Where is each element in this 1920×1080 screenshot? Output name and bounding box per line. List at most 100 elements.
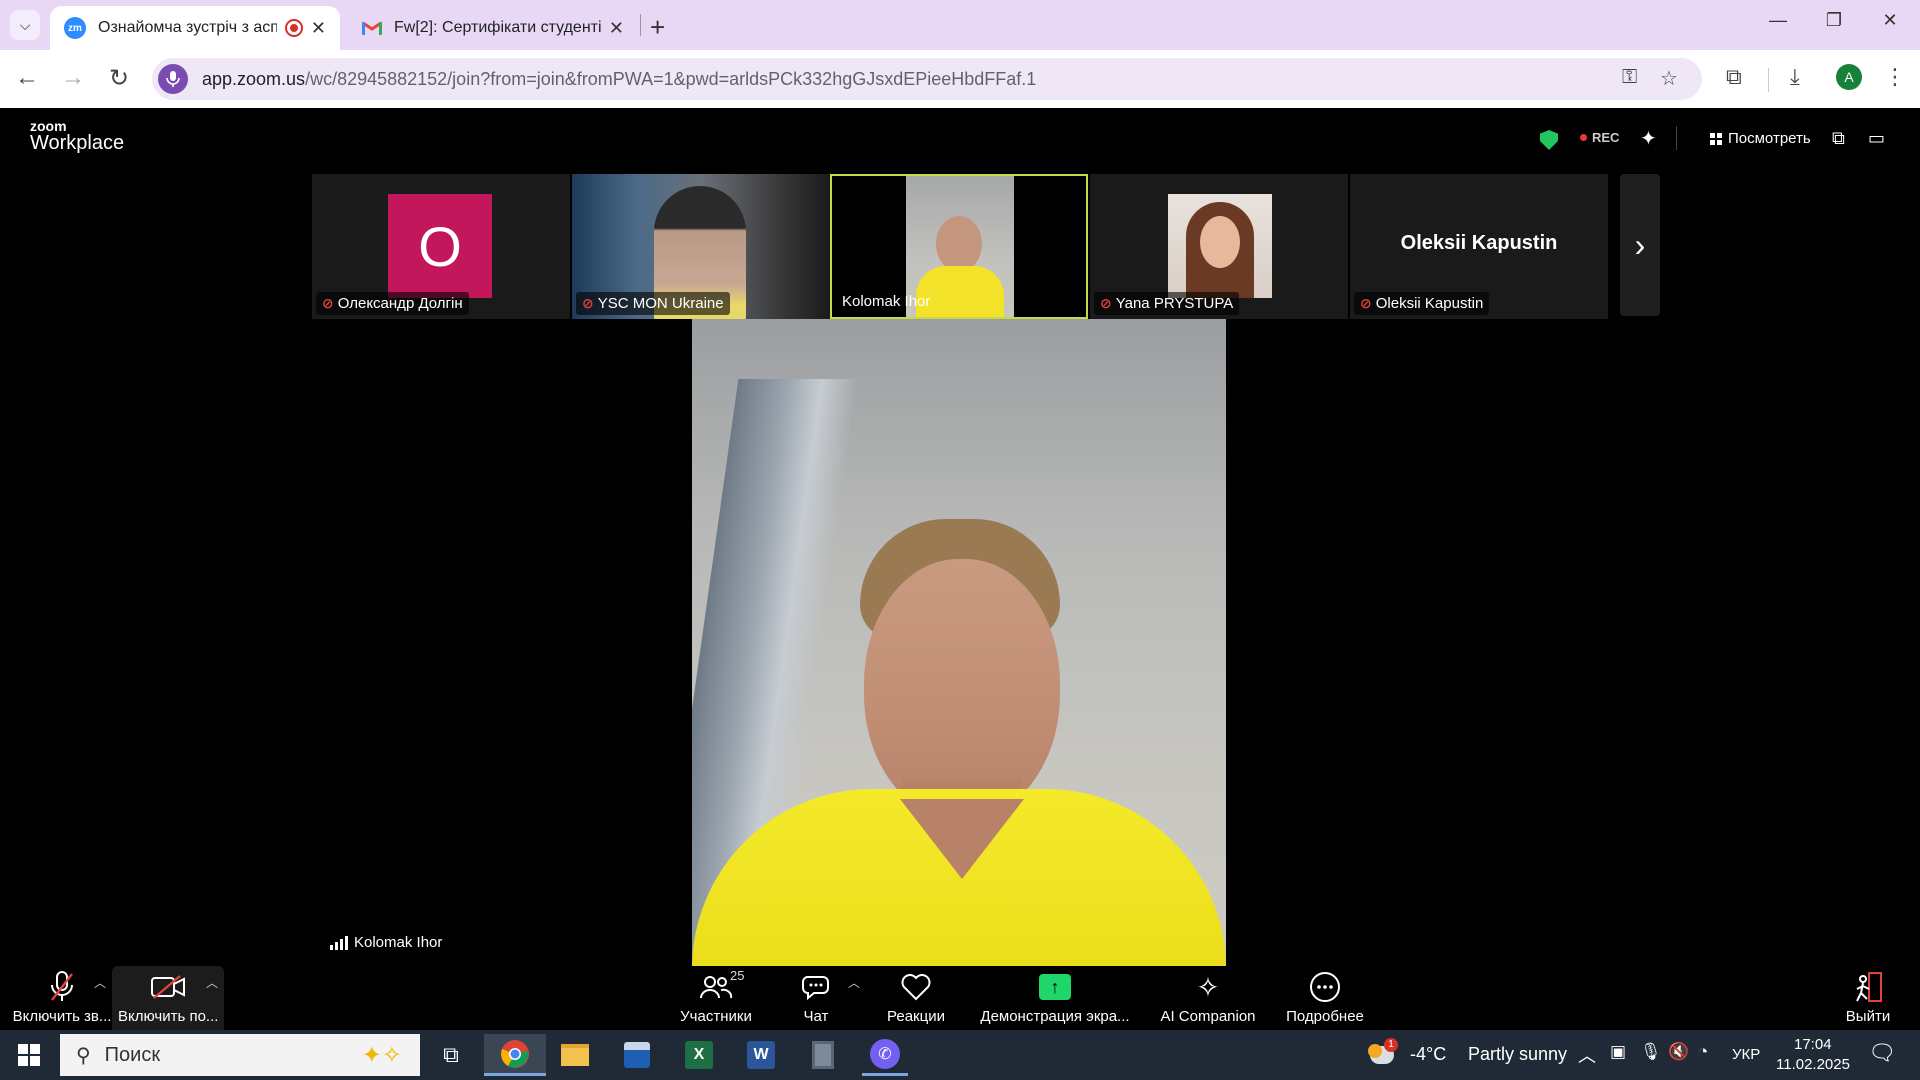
profile-photo (1168, 194, 1272, 298)
browser-tab-bar: ⌵ zm Ознайомча зустріч з аспір ✕ Fw[2]: … (0, 0, 1920, 50)
muted-mic-icon: ⊘ (1100, 295, 1112, 311)
participants-label: Участники (680, 1008, 752, 1025)
share-screen-label: Демонстрация экра... (980, 1008, 1130, 1025)
encryption-shield-icon[interactable] (1540, 130, 1558, 150)
share-screen-button[interactable]: ↑ Демонстрация экра... (980, 966, 1130, 1025)
video-label: Включить по... (118, 1008, 219, 1025)
calculator-icon (812, 1041, 834, 1069)
participant-tile[interactable]: O ⊘ Олександр Долгін (312, 174, 570, 319)
chevron-up-icon[interactable]: ︿ (1578, 1042, 1596, 1068)
audio-label: Включить зв... (12, 1008, 112, 1025)
tab-search-button[interactable]: ⌵ (10, 10, 40, 40)
weather-desc[interactable]: Partly sunny (1468, 1044, 1567, 1065)
forward-button[interactable]: → (58, 64, 88, 92)
participant-tile[interactable]: Oleksii Kapustin ⊘ Oleksii Kapustin (1350, 174, 1608, 319)
reactions-button[interactable]: Реакции (876, 966, 956, 1025)
recording-status[interactable]: REC (1580, 130, 1619, 145)
excel-button[interactable]: X (676, 1034, 722, 1076)
leave-button[interactable]: Выйти (1838, 966, 1898, 1025)
audio-options-caret[interactable]: ︿ (94, 974, 106, 991)
ai-companion-button[interactable]: ✧ AI Companion (1158, 966, 1258, 1026)
participant-display-name: Oleksii Kapustin (1400, 232, 1558, 254)
rec-label: REC (1592, 130, 1620, 145)
profile-avatar[interactable]: A (1836, 64, 1862, 90)
network-icon[interactable]: ◔ (1698, 1042, 1708, 1062)
signal-strength-icon (330, 935, 348, 950)
muted-mic-icon: ⊘ (582, 295, 594, 311)
muted-mic-icon: ⊘ (322, 295, 334, 311)
ai-sparkle-icon[interactable]: ✦ (1640, 126, 1657, 151)
tab-close-icon[interactable]: ✕ (311, 18, 326, 39)
viber-button[interactable]: ✆ (862, 1034, 908, 1076)
screen-layout-icon[interactable]: ▭ (1868, 128, 1885, 149)
menu-kebab-icon[interactable]: ⋮ (1884, 64, 1906, 90)
restore-button[interactable]: ❐ (1814, 10, 1854, 31)
participant-tile-active-speaker[interactable]: Kolomak Ihor (830, 174, 1088, 319)
word-button[interactable]: W (738, 1034, 784, 1076)
reactions-label: Реакции (887, 1008, 945, 1025)
more-button[interactable]: Подробнее (1284, 966, 1366, 1025)
chevron-right-icon: › (1634, 226, 1646, 263)
extensions-icon[interactable]: ⧉ (1726, 64, 1742, 90)
word-icon: W (747, 1041, 775, 1069)
key-icon[interactable]: ⚿ (1622, 66, 1637, 89)
avatar-initial: O (418, 214, 462, 278)
language-indicator[interactable]: УКР (1732, 1046, 1760, 1063)
participant-name: Yana PRYSTUPA (1115, 295, 1234, 312)
notification-icon[interactable]: 🗨 (1868, 1040, 1896, 1066)
clock-date[interactable]: 11.02.2025 (1776, 1056, 1850, 1073)
muted-mic-icon: ⊘ (1360, 295, 1372, 311)
header-divider (1676, 126, 1677, 150)
task-view-button[interactable]: ⧉ (428, 1034, 474, 1076)
download-icon[interactable]: ⤓ (1790, 64, 1800, 90)
participant-tile[interactable]: ⊘ YSC MON Ukraine (572, 174, 830, 319)
chat-button[interactable]: Чат (786, 966, 846, 1025)
next-participants-button[interactable]: › (1620, 174, 1660, 316)
save-app-button[interactable] (614, 1034, 660, 1076)
arrow-left-icon: ← (15, 64, 39, 91)
video-button[interactable]: Включить по... (118, 966, 218, 1025)
file-explorer-button[interactable] (552, 1034, 598, 1076)
url-host: app.zoom.us (202, 68, 306, 89)
participant-name-label: Kolomak Ihor (836, 290, 936, 313)
minimize-icon: — (1769, 10, 1787, 30)
weather-widget-icon[interactable]: 1 (1368, 1038, 1398, 1070)
tab-zoom-meeting[interactable]: zm Ознайомча зустріч з аспір ✕ (50, 6, 340, 50)
weather-badge: 1 (1384, 1038, 1398, 1052)
minimize-button[interactable]: — (1758, 10, 1798, 31)
leave-label: Выйти (1845, 1008, 1891, 1025)
picture-in-picture-icon[interactable]: ⧉ (1832, 128, 1845, 149)
speaker-muted-icon[interactable]: 🔇 (1668, 1042, 1689, 1062)
start-button[interactable] (6, 1034, 52, 1076)
participant-tile[interactable]: ⊘ Yana PRYSTUPA (1090, 174, 1348, 319)
participants-button[interactable]: 25 Участники (676, 966, 756, 1025)
tab-close-icon[interactable]: ✕ (609, 18, 624, 39)
chat-label: Чат (803, 1008, 829, 1025)
participant-name-label: ⊘ Oleksii Kapustin (1354, 292, 1490, 315)
browser-toolbar: ← → ↻ app.zoom.us/wc/82945882152/join?fr… (0, 50, 1920, 108)
taskbar-search[interactable]: ⚲ Поиск ✦✧ (60, 1034, 420, 1076)
address-bar[interactable]: app.zoom.us/wc/82945882152/join?from=joi… (152, 58, 1702, 100)
gmail-favicon-icon (362, 21, 382, 35)
star-icon[interactable]: ☆ (1660, 66, 1678, 91)
meet-now-icon[interactable]: ▣ (1610, 1042, 1626, 1062)
clock-time[interactable]: 17:04 (1794, 1036, 1832, 1053)
recording-indicator-icon (284, 19, 303, 37)
reload-button[interactable]: ↻ (104, 64, 134, 93)
participants-icon: 25 (676, 966, 756, 1008)
calculator-button[interactable] (800, 1034, 846, 1076)
weather-temp[interactable]: -4°C (1410, 1044, 1446, 1065)
floppy-icon (624, 1042, 650, 1068)
video-options-caret[interactable]: ︿ (206, 974, 218, 991)
tab-title: Ознайомча зустріч з аспір (98, 19, 277, 36)
chat-options-caret[interactable]: ︿ (848, 974, 860, 991)
back-button[interactable]: ← (12, 64, 42, 92)
view-button[interactable]: Посмотреть (1710, 130, 1811, 147)
new-tab-button[interactable]: + (650, 12, 665, 43)
grid-view-icon (1710, 132, 1722, 145)
chrome-taskbar-button[interactable] (484, 1034, 546, 1076)
close-window-button[interactable]: ✕ (1870, 10, 1910, 31)
microphone-icon[interactable]: 🎙 (1640, 1042, 1662, 1062)
microphone-permission-icon[interactable] (158, 64, 188, 94)
tab-gmail[interactable]: Fw[2]: Сертифікати студентів - ✕ (348, 6, 638, 50)
